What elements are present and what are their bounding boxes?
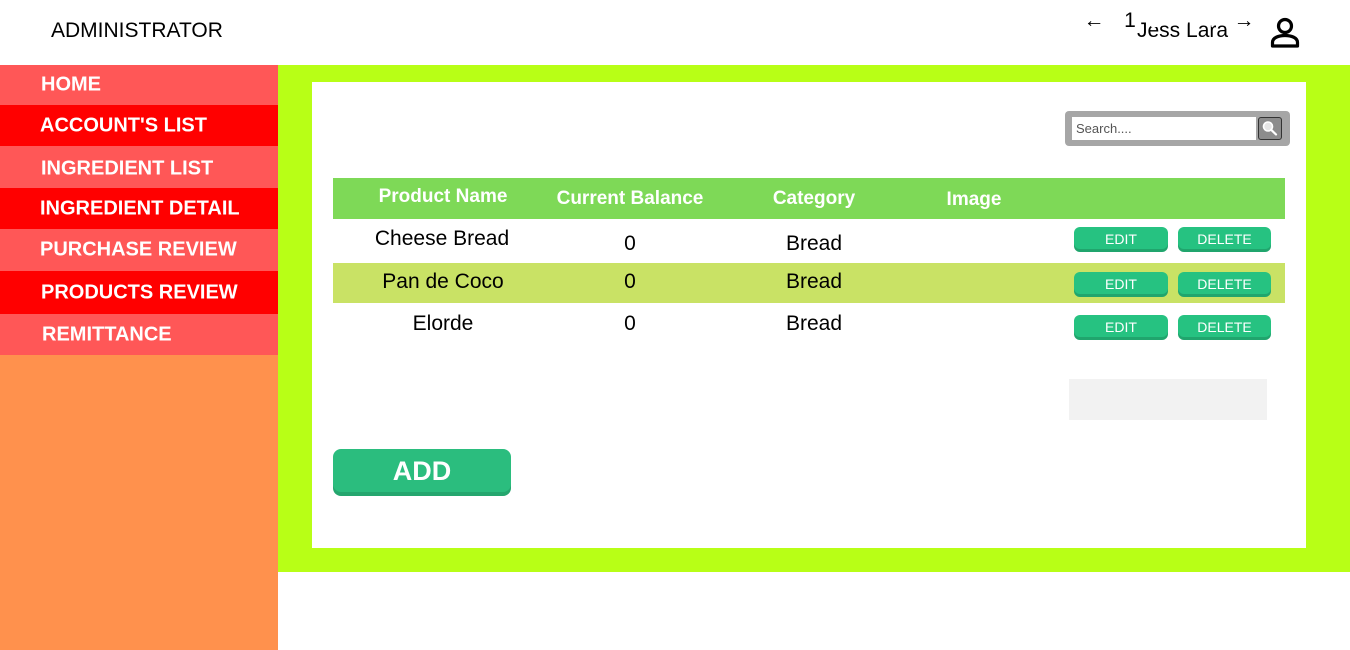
page-1-link[interactable]: 1 (1124, 0, 1136, 41)
current-balance-cell: 0 (624, 232, 636, 255)
edit-button[interactable]: EDIT (1074, 227, 1168, 252)
sidebar-item-remittance[interactable]: REMITTANCE (0, 314, 278, 355)
sidebar-item-label: INGREDIENT DETAIL (40, 197, 240, 219)
column-header-image: Image (946, 189, 1002, 210)
sidebar-item-products-review[interactable]: PRODUCTS REVIEW (0, 271, 278, 314)
top-bar: ADMINISTRATOR Jess Lara (0, 0, 1350, 65)
page-3-link[interactable]: 3 (1177, 0, 1189, 41)
pagination (1069, 379, 1267, 420)
sidebar-item-accounts-list[interactable]: ACCOUNT'S LIST (0, 105, 278, 146)
next-page-arrow-icon[interactable]: → (1234, 0, 1255, 41)
previous-page-arrow-icon[interactable]: ← (1084, 0, 1105, 41)
current-balance-cell: 0 (624, 270, 636, 293)
sidebar-item-label: PURCHASE REVIEW (40, 238, 237, 261)
column-header-product-name: Product Name (378, 186, 508, 207)
category-cell: Bread (785, 312, 843, 335)
sidebar-item-ingredient-detail[interactable]: INGREDIENT DETAIL (0, 188, 278, 229)
user-icon[interactable] (1267, 15, 1303, 51)
category-cell: Bread (785, 232, 843, 255)
add-button[interactable]: ADD (333, 449, 511, 496)
search-icon[interactable] (1258, 117, 1282, 140)
edit-button[interactable]: EDIT (1074, 315, 1168, 340)
product-name-cell: Cheese Bread (374, 227, 510, 250)
sidebar-item-purchase-review[interactable]: PURCHASE REVIEW (0, 229, 278, 271)
edit-button[interactable]: EDIT (1074, 272, 1168, 297)
sidebar-item-label: HOME (41, 73, 101, 96)
page-2-link[interactable]: 2 (1150, 0, 1162, 41)
role-title: ADMINISTRATOR (51, 19, 223, 42)
delete-button[interactable]: DELETE (1178, 272, 1271, 297)
sidebar-item-label: ACCOUNT'S LIST (40, 114, 207, 136)
page-4-link[interactable]: 4 (1204, 0, 1216, 41)
column-header-category: Category (772, 188, 856, 209)
column-header-current-balance: Current Balance (556, 188, 704, 209)
category-cell: Bread (785, 270, 843, 293)
product-name-cell: Elorde (412, 312, 474, 335)
sidebar-item-label: PRODUCTS REVIEW (41, 281, 238, 303)
delete-button[interactable]: DELETE (1178, 227, 1271, 252)
sidebar-item-label: REMITTANCE (42, 323, 172, 345)
product-name-cell: Pan de Coco (382, 270, 504, 293)
sidebar-item-label: INGREDIENT LIST (41, 157, 214, 180)
sidebar-item-ingredient-list[interactable]: INGREDIENT LIST (0, 146, 278, 188)
delete-button[interactable]: DELETE (1178, 315, 1271, 340)
search-input[interactable] (1072, 117, 1256, 140)
sidebar-item-home[interactable]: HOME (0, 65, 278, 105)
current-balance-cell: 0 (624, 312, 636, 335)
